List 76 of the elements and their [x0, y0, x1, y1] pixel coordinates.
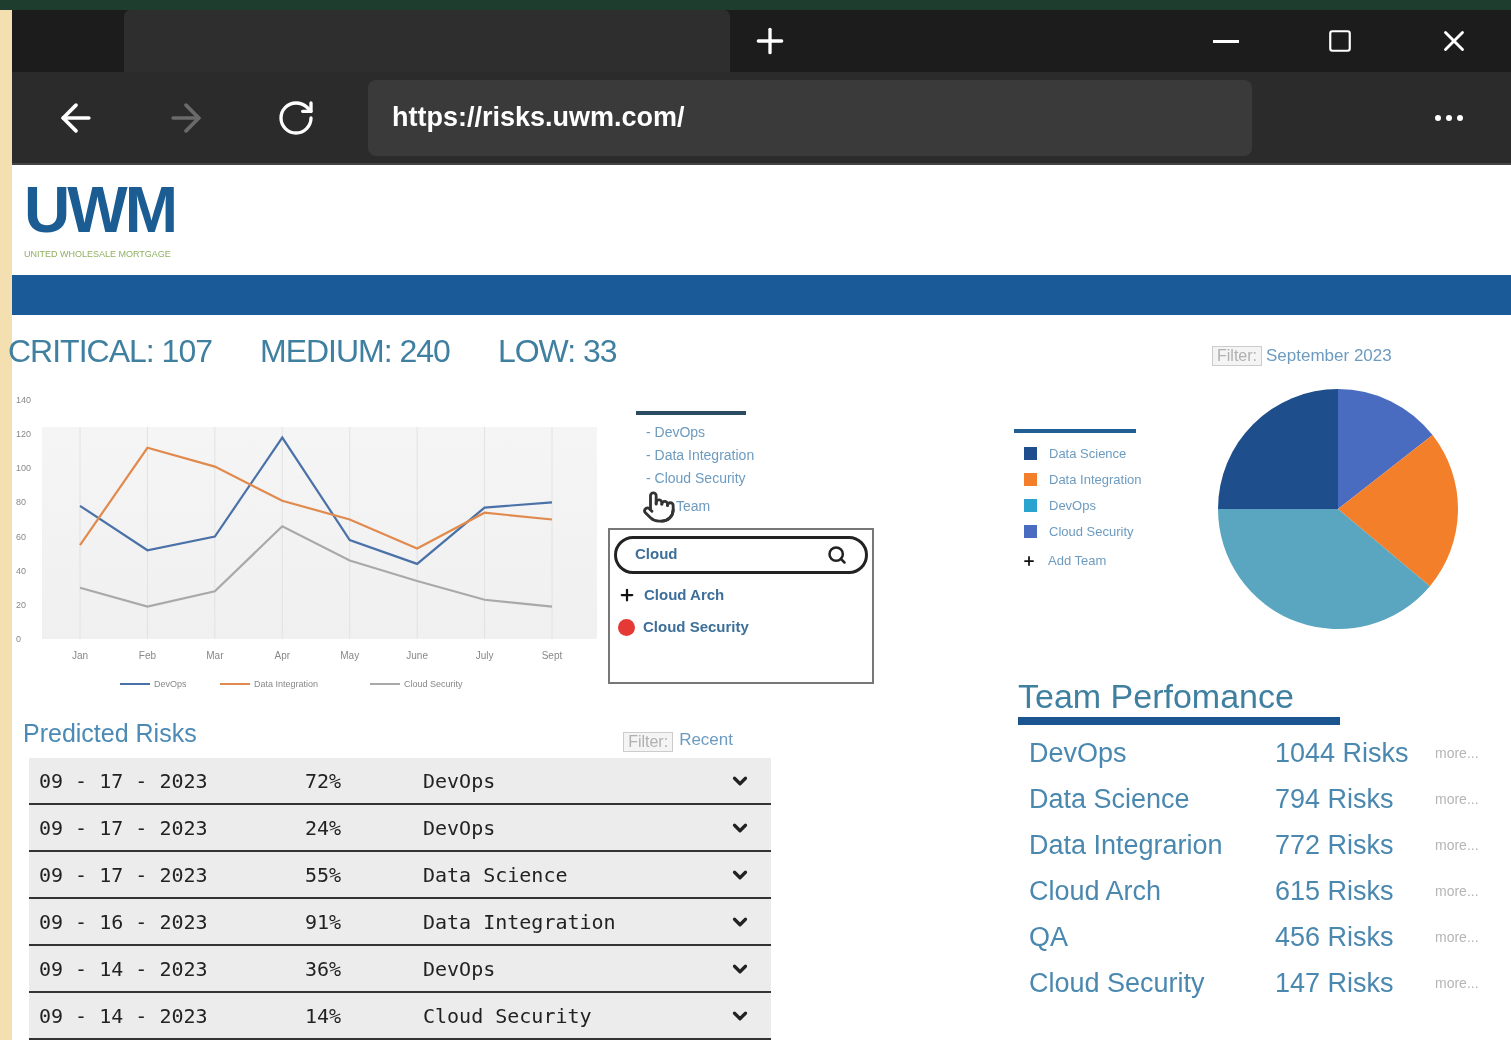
x-tick-label: Jan — [71, 649, 89, 661]
section-title: Team Perfomance — [1018, 676, 1294, 715]
y-tick-label: 80 — [16, 496, 26, 507]
search-result[interactable]: Cloud Arch — [618, 583, 868, 606]
legend-swatch — [369, 682, 401, 685]
risk-count: 456 Risks — [1275, 921, 1395, 955]
search-icon — [827, 544, 847, 565]
risk-row[interactable]: 09 - 17 - 2023 55% Data Science — [29, 852, 771, 899]
more-icon — [1435, 114, 1463, 121]
remove-icon — [618, 618, 635, 636]
severity-count: MEDIUM: 240 — [259, 331, 450, 370]
y-tick-label: 0 — [16, 633, 21, 644]
more-link[interactable]: more... — [1435, 927, 1479, 948]
team-list-item[interactable]: - Data Integration — [646, 443, 886, 467]
team-name: Cloud Arch — [1029, 875, 1163, 909]
risk-count: 1044 Risks — [1275, 737, 1410, 771]
risk-row[interactable]: 09 - 17 - 2023 72% DevOps — [29, 758, 771, 805]
section-title: Predicted Risks — [23, 717, 197, 749]
search-field[interactable]: Cloud — [614, 535, 868, 574]
filter-button[interactable]: Filter: — [623, 732, 674, 752]
plus-icon — [1022, 553, 1036, 568]
risk-row[interactable]: 09 - 16 - 2023 91% Data Integration — [29, 899, 771, 946]
risk-count: 615 Risks — [1275, 875, 1395, 909]
team-list-item[interactable]: - Cloud Security — [646, 466, 886, 490]
legend-label: Cloud Security — [404, 678, 463, 689]
y-tick-label: 140 — [16, 394, 32, 405]
filter-value: September 2023 — [1266, 345, 1392, 367]
x-tick-label: May — [340, 649, 360, 661]
legend-label: DevOps — [154, 678, 187, 689]
y-tick-label: 120 — [16, 428, 32, 439]
severity-count: LOW: 33 — [497, 331, 617, 370]
x-tick-label: Sept — [541, 649, 563, 661]
x-tick-label: Feb — [138, 649, 157, 661]
x-tick-label: Mar — [206, 649, 224, 661]
risk-count: 147 Risks — [1275, 967, 1395, 1001]
filter-value: Recent — [679, 728, 733, 751]
legend-swatch — [119, 682, 151, 685]
hand-cursor-icon — [642, 489, 676, 524]
maximize-icon — [1327, 28, 1353, 54]
risk-row[interactable]: 09 - 14 - 2023 14% Cloud Security — [29, 993, 771, 1040]
legend-swatch — [219, 682, 251, 685]
risk-row[interactable]: 09 - 17 - 2023 24% DevOps — [29, 805, 771, 852]
more-link[interactable]: more... — [1435, 789, 1479, 810]
y-tick-label: 20 — [16, 599, 26, 610]
legend-label: Data Science — [1049, 444, 1127, 463]
severity-count: CRITICAL: 107 — [8, 331, 212, 370]
more-link[interactable]: more... — [1435, 973, 1479, 994]
more-link[interactable]: more... — [1435, 881, 1479, 902]
legend-label: Data Integration — [1049, 470, 1142, 489]
y-tick-label: 100 — [16, 462, 32, 473]
legend-label: Data Integration — [254, 678, 319, 689]
risk-row[interactable]: 09 - 14 - 2023 36% DevOps — [29, 946, 771, 993]
team-list-item[interactable]: Team — [676, 495, 711, 518]
add-team-button[interactable]: Add Team — [1022, 544, 1216, 577]
risk-count: 794 Risks — [1275, 783, 1395, 817]
team-name: QA — [1029, 921, 1069, 955]
x-tick-label: Apr — [274, 649, 291, 661]
logo: UWM UNITED WHOLESALE MORTGAGE — [24, 178, 175, 262]
x-tick-label: June — [406, 649, 428, 661]
address-field[interactable]: https://risks.uwm.com/ — [368, 79, 1252, 156]
more-link[interactable]: more... — [1435, 835, 1479, 856]
search-result[interactable]: Cloud Security — [618, 616, 868, 639]
y-tick-label: 60 — [16, 531, 26, 542]
team-name: Cloud Security — [1029, 967, 1206, 1001]
team-name: DevOps — [1029, 737, 1128, 771]
more-link[interactable]: more... — [1435, 743, 1479, 764]
team-list-item[interactable]: - DevOps — [646, 420, 886, 444]
y-tick-label: 40 — [16, 565, 26, 576]
filter-button[interactable]: Filter: — [1212, 345, 1262, 366]
team-name: Data Integrarion — [1029, 829, 1224, 863]
x-tick-label: July — [475, 649, 494, 661]
risk-count: 772 Risks — [1275, 829, 1395, 863]
minimize-icon — [1213, 39, 1239, 43]
legend-label: Cloud Security — [1049, 522, 1134, 541]
legend-label: DevOps — [1049, 496, 1096, 515]
team-name: Data Science — [1029, 783, 1191, 817]
